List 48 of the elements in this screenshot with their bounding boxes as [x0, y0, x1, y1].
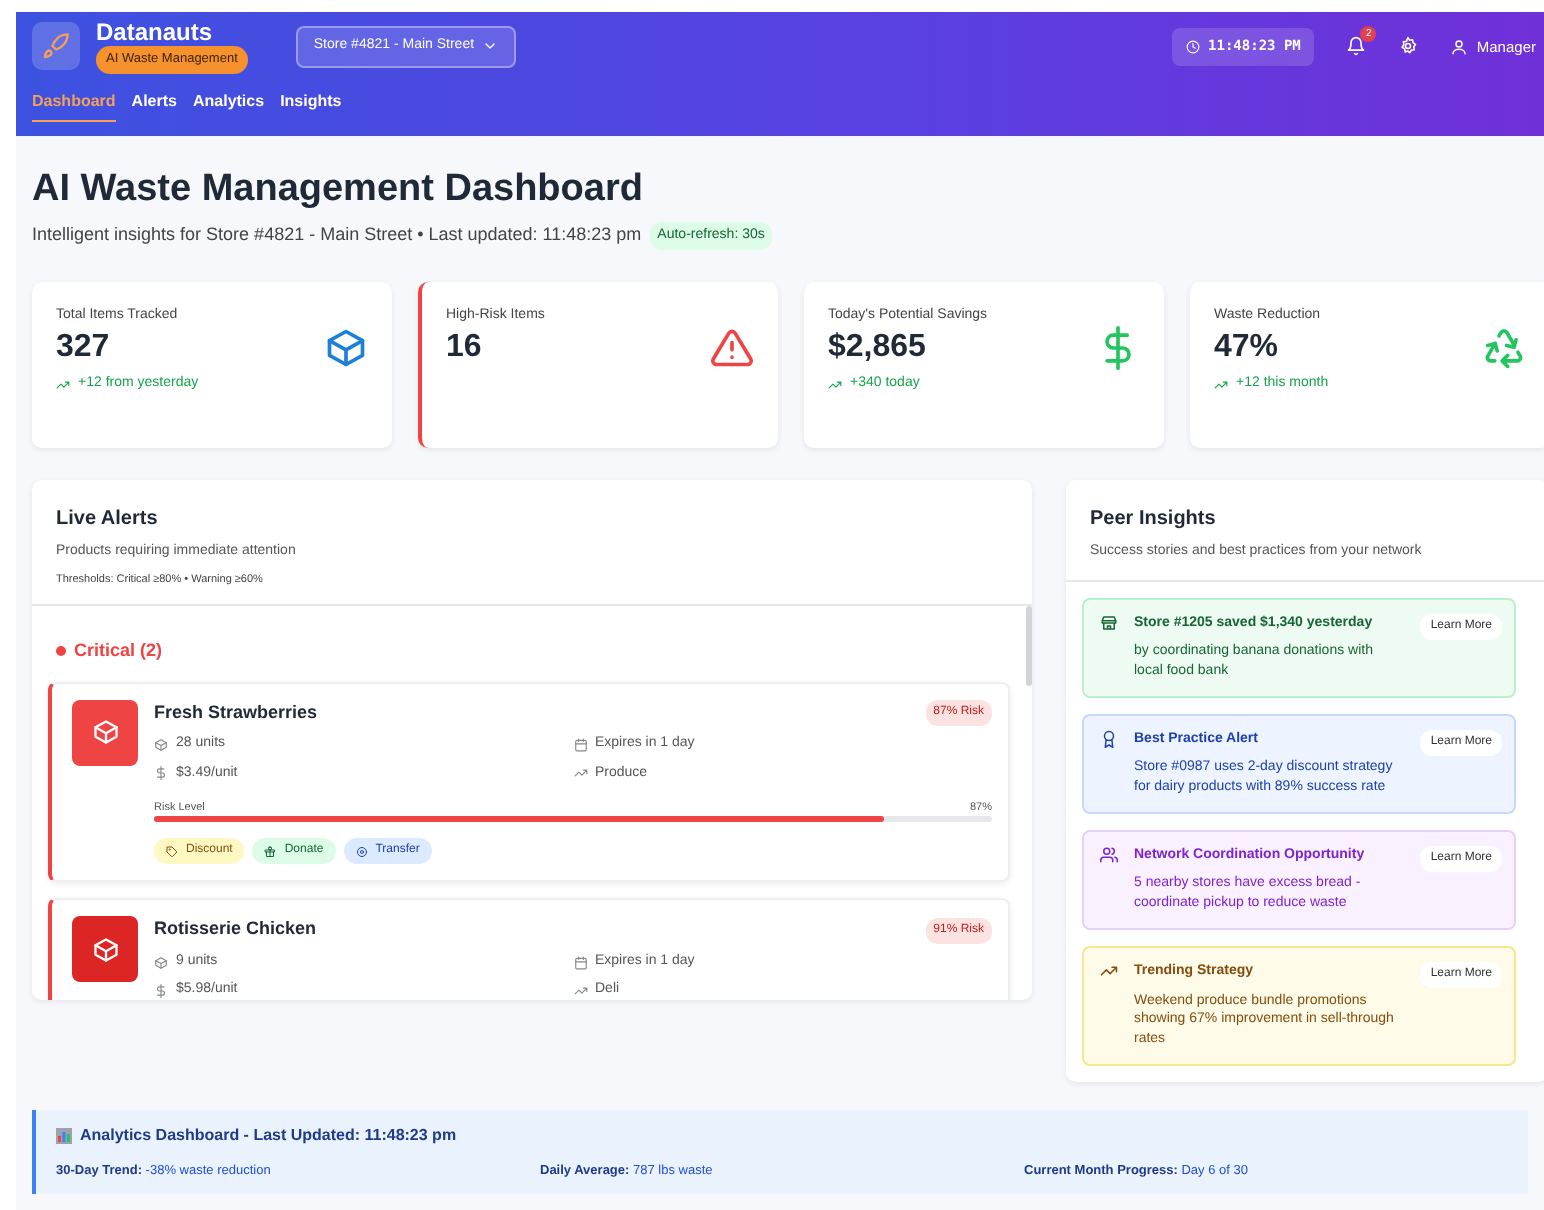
box-icon	[154, 955, 168, 970]
box-icon	[154, 737, 168, 752]
circle-icon	[355, 845, 368, 858]
bell-icon	[1346, 36, 1367, 57]
nav-tab[interactable]: Insights	[280, 89, 342, 122]
box-icon	[91, 935, 119, 964]
dollar-icon	[154, 766, 168, 781]
product-name: Fresh Strawberries	[154, 699, 318, 726]
warning-icon	[710, 326, 754, 371]
critical-dot	[56, 646, 66, 657]
trend-up-icon	[828, 377, 842, 392]
people-icon	[1100, 845, 1118, 864]
trend-up-icon	[56, 377, 70, 392]
panel-title: Peer Insights	[1090, 506, 1218, 535]
store-icon	[1100, 613, 1118, 632]
trend-up-icon	[573, 984, 587, 999]
box-icon	[324, 326, 368, 371]
page-subtitle: Intelligent insights for Store #4821 - Main Street • Last updated: 11:48:23 pm	[32, 222, 642, 249]
box-icon	[91, 718, 119, 747]
stat-value: 16	[446, 327, 484, 366]
analytics-title: Analytics Dashboard - Last Updated: 11:48:23 pm	[80, 1123, 457, 1148]
ribbon-icon	[1100, 729, 1118, 748]
recycle-icon	[1482, 326, 1526, 371]
clock-icon	[1186, 39, 1201, 54]
nav-tab[interactable]: Alerts	[131, 89, 177, 122]
settings-icon	[1398, 36, 1419, 57]
trend-up-icon	[573, 766, 587, 781]
calendar-icon	[573, 737, 587, 752]
user-icon	[1450, 37, 1469, 56]
stat-value: 47%	[1214, 327, 1281, 366]
panel-title: Live Alerts	[56, 506, 160, 535]
nav-tab[interactable]: Analytics	[192, 89, 265, 122]
stat-value: 327	[56, 327, 112, 366]
calendar-icon	[573, 955, 587, 970]
bar-chart-icon	[56, 1127, 72, 1144]
product-name: Rotisserie Chicken	[154, 916, 317, 943]
page-title: AI Waste Management Dashboard	[32, 168, 645, 214]
stat-value: $2,865	[828, 327, 928, 366]
group-heading: Critical (2)	[74, 638, 163, 665]
scrollbar[interactable]	[1026, 606, 1032, 687]
gift-icon	[264, 845, 277, 858]
brand-name: Datanauts	[96, 20, 213, 47]
settings-button[interactable]	[1398, 36, 1419, 57]
tag-icon	[166, 845, 178, 858]
dollar-icon	[154, 984, 168, 999]
notifications-button[interactable]	[1346, 36, 1367, 57]
trend-up-icon	[1214, 377, 1228, 392]
trend-up-icon	[1100, 962, 1118, 981]
